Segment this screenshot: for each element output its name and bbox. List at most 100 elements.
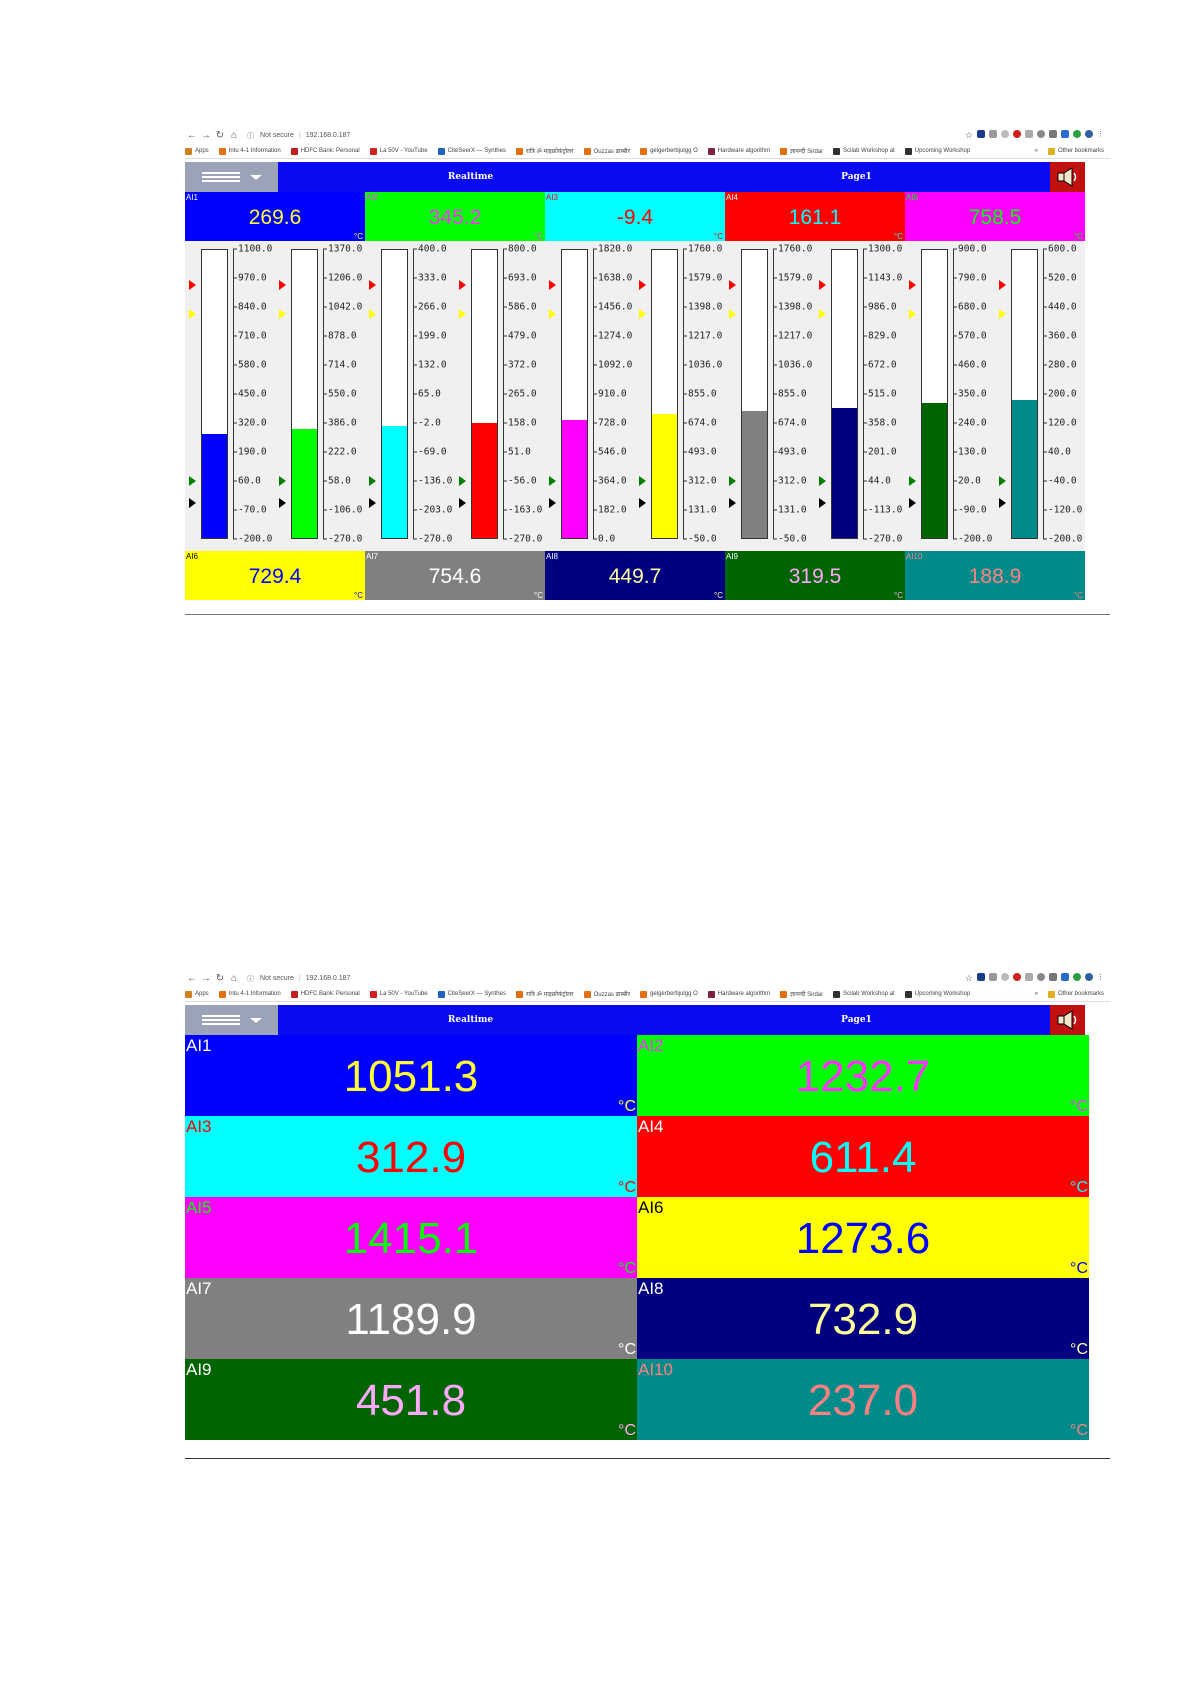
- realtime-label[interactable]: Realtime: [278, 172, 663, 182]
- page-label[interactable]: Page1: [663, 1015, 1050, 1025]
- bookmark-item[interactable]: Apps: [185, 147, 209, 155]
- home-icon[interactable]: ⌂: [227, 973, 241, 984]
- bookmark-item[interactable]: रात्रि ॐ माइक्रोकंट्रोलर: [515, 990, 574, 998]
- channel-tile[interactable]: AI2 345.2 °C: [365, 192, 545, 241]
- bookmark-item[interactable]: Scilab Workshop at: [833, 147, 895, 155]
- page-label[interactable]: Page1: [663, 172, 1050, 182]
- extension-icon[interactable]: [1073, 973, 1081, 981]
- channel-cell[interactable]: AI9 451.8 °C: [185, 1359, 637, 1440]
- axis-tick-label: 333.0: [413, 273, 447, 284]
- bookmark-item[interactable]: Intu 4-1 Information: [218, 147, 281, 155]
- bookmark-item[interactable]: gelgerberbjulgg O: [640, 147, 698, 155]
- bookmarks-overflow[interactable]: » Other bookmarks: [1035, 147, 1110, 155]
- star-icon[interactable]: ☆: [965, 973, 973, 984]
- info-icon[interactable]: ⓘ: [247, 974, 254, 984]
- bookmark-item[interactable]: Apps: [185, 990, 209, 998]
- alarm-marker-icon: [729, 280, 736, 291]
- extension-icon[interactable]: [1025, 973, 1033, 981]
- opera-icon[interactable]: [1013, 130, 1021, 138]
- bookmark-item[interactable]: CiteSeerX — Synthes: [437, 990, 506, 998]
- channel-value: 758.5: [968, 206, 1022, 229]
- channel-cell[interactable]: AI1 1051.3 °C: [185, 1035, 637, 1116]
- extension-icon[interactable]: [1061, 973, 1069, 981]
- settings-icon[interactable]: [1037, 973, 1045, 981]
- extension-icon[interactable]: [1049, 973, 1057, 981]
- bookmarks-overflow[interactable]: » Other bookmarks: [1035, 990, 1110, 998]
- url-text[interactable]: 192.168.0.187: [306, 132, 351, 139]
- bookmark-item[interactable]: La 50V - YouTube: [369, 147, 428, 155]
- alarm-marker-icon: [459, 497, 466, 508]
- opera-icon[interactable]: [1013, 973, 1021, 981]
- star-icon[interactable]: ☆: [965, 130, 973, 141]
- extension-icon[interactable]: [977, 130, 985, 138]
- bookmark-item[interactable]: Hardware algorithm: [707, 147, 770, 155]
- menu-button[interactable]: [185, 1005, 278, 1035]
- channel-tile[interactable]: AI7 754.6 °C: [365, 551, 545, 600]
- bookmark-item[interactable]: Ouzzas ढाब्बीर: [583, 990, 630, 998]
- extension-icon[interactable]: [1025, 130, 1033, 138]
- bookmark-item[interactable]: gelgerberbjulgg O: [640, 990, 698, 998]
- url-text[interactable]: 192.168.0.187: [306, 975, 351, 982]
- bookmark-item[interactable]: रात्रि ॐ माइक्रोकंट्रोलर: [515, 147, 574, 155]
- channel-tile[interactable]: AI3 -9.4 °C: [545, 192, 725, 241]
- channel-cell[interactable]: AI4 611.4 °C: [637, 1116, 1089, 1197]
- channel-cell[interactable]: AI10 237.0 °C: [637, 1359, 1089, 1440]
- more-bookmarks-icon[interactable]: »: [1035, 991, 1038, 997]
- channel-tile[interactable]: AI4 161.1 °C: [725, 192, 905, 241]
- bookmark-item[interactable]: Hardware algorithm: [707, 990, 770, 998]
- channel-tile[interactable]: AI5 758.5 °C: [905, 192, 1085, 241]
- back-icon[interactable]: ←: [185, 973, 199, 984]
- channel-cell[interactable]: AI2 1232.7 °C: [637, 1035, 1089, 1116]
- bookmark-item[interactable]: La 50V - YouTube: [369, 990, 428, 998]
- extension-icon[interactable]: [1049, 130, 1057, 138]
- more-menu-icon[interactable]: ⋮: [1097, 130, 1104, 141]
- bookmark-item[interactable]: ज्ञानन्दी Sirdar: [780, 147, 823, 155]
- alarm-marker-icon: [369, 476, 376, 486]
- channel-cell[interactable]: AI6 1273.6 °C: [637, 1197, 1089, 1278]
- channel-cell[interactable]: AI7 1189.9 °C: [185, 1278, 637, 1359]
- bookmark-item[interactable]: ज्ञानन्दी Sirdar: [780, 990, 823, 998]
- channel-tile[interactable]: AI1 269.6 °C: [185, 192, 365, 241]
- channel-cell[interactable]: AI8 732.9 °C: [637, 1278, 1089, 1359]
- settings-icon[interactable]: [1037, 130, 1045, 138]
- speaker-icon[interactable]: [1050, 162, 1085, 192]
- axis-tick-label: 1638.0: [593, 273, 632, 284]
- bookmark-item[interactable]: Intu 4-1 Information: [218, 990, 281, 998]
- extension-icon[interactable]: [1061, 130, 1069, 138]
- reload-icon[interactable]: ↻: [213, 130, 227, 141]
- more-bookmarks-icon[interactable]: »: [1035, 148, 1038, 154]
- bookmark-item[interactable]: HDFC Bank: Personal: [290, 990, 360, 998]
- realtime-label[interactable]: Realtime: [278, 1015, 663, 1025]
- bookmark-item[interactable]: Ouzzas ढाब्बीर: [583, 147, 630, 155]
- channel-cell[interactable]: AI5 1415.1 °C: [185, 1197, 637, 1278]
- bookmark-item[interactable]: HDFC Bank: Personal: [290, 147, 360, 155]
- menu-button[interactable]: [185, 162, 278, 192]
- back-icon[interactable]: ←: [185, 130, 199, 141]
- forward-icon[interactable]: →: [199, 973, 213, 984]
- profile-avatar-icon[interactable]: [1085, 973, 1093, 981]
- info-icon[interactable]: ⓘ: [247, 131, 254, 141]
- reload-icon[interactable]: ↻: [213, 973, 227, 984]
- bookmark-item[interactable]: CiteSeerX — Synthes: [437, 147, 506, 155]
- profile-avatar-icon[interactable]: [1085, 130, 1093, 138]
- channel-cell[interactable]: AI3 312.9 °C: [185, 1116, 637, 1197]
- extension-icon[interactable]: [977, 973, 985, 981]
- channel-tile[interactable]: AI8 449.7 °C: [545, 551, 725, 600]
- bookmark-item[interactable]: Upcoming Workshop: [904, 147, 970, 155]
- channel-tile[interactable]: AI10 188.9 °C: [905, 551, 1085, 600]
- extension-icon[interactable]: [1001, 973, 1009, 981]
- more-menu-icon[interactable]: ⋮: [1097, 973, 1104, 984]
- extension-icon[interactable]: [989, 973, 997, 981]
- bookmark-icon: [780, 990, 788, 998]
- channel-tile[interactable]: AI9 319.5 °C: [725, 551, 905, 600]
- bookmark-item[interactable]: Scilab Workshop at: [833, 990, 895, 998]
- extension-icon[interactable]: [1073, 130, 1081, 138]
- extension-icon[interactable]: [1001, 130, 1009, 138]
- channel-tile[interactable]: AI6 729.4 °C: [185, 551, 365, 600]
- home-icon[interactable]: ⌂: [227, 130, 241, 141]
- extension-icon[interactable]: [989, 130, 997, 138]
- forward-icon[interactable]: →: [199, 130, 213, 141]
- speaker-icon[interactable]: [1050, 1005, 1085, 1035]
- axis-tick-label: 970.0: [233, 273, 267, 284]
- bookmark-item[interactable]: Upcoming Workshop: [904, 990, 970, 998]
